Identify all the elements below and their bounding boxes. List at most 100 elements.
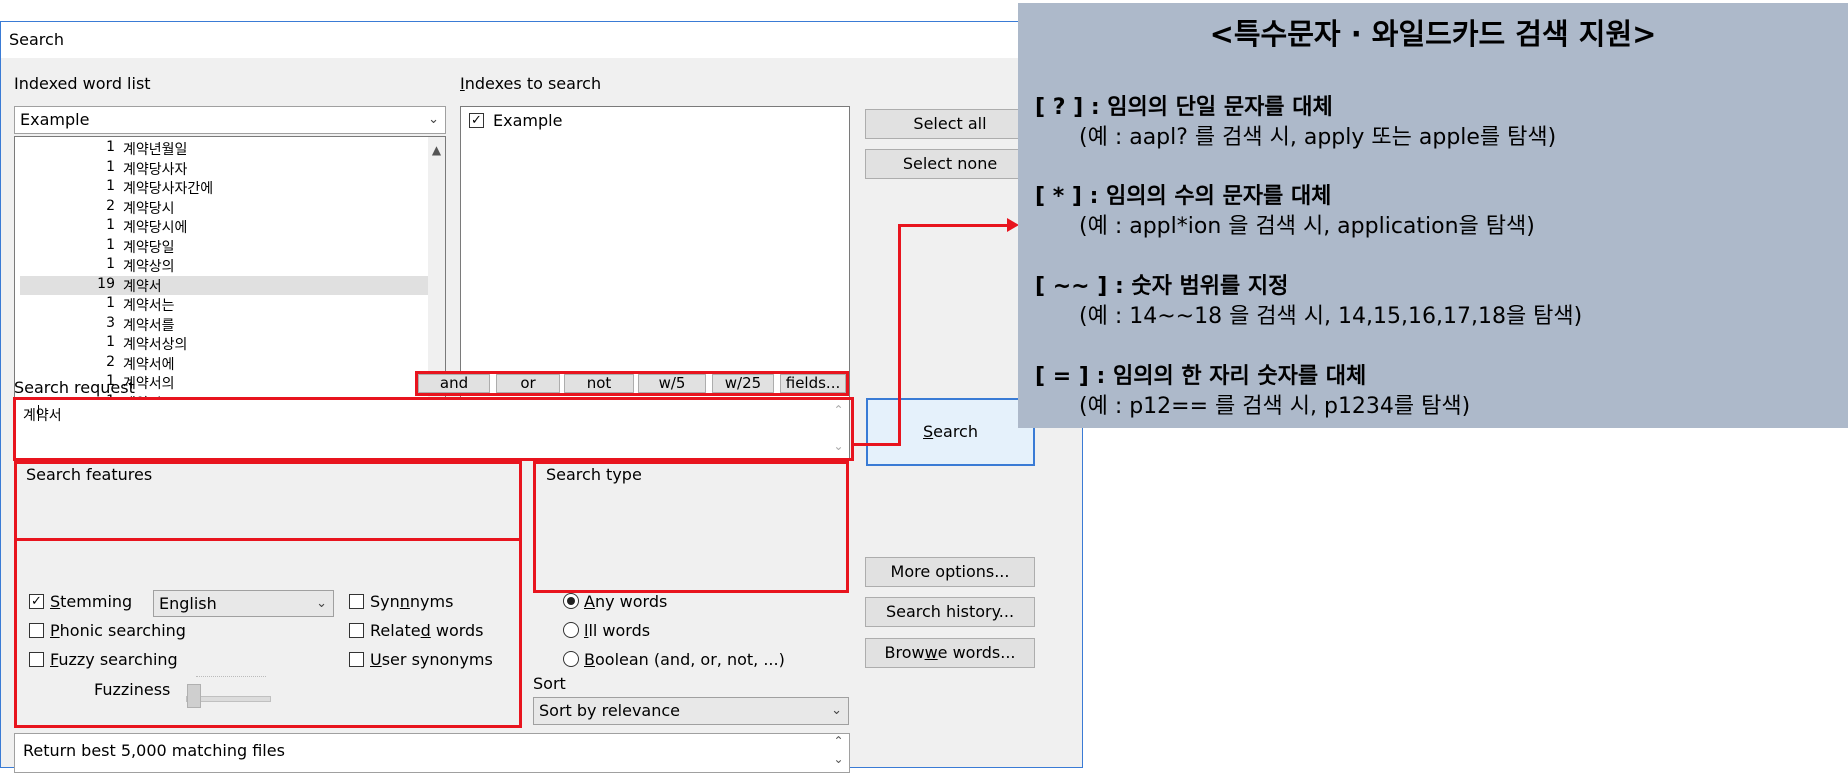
word-text: 계약서에 <box>123 356 175 373</box>
index-select[interactable]: Example ⌄ <box>14 106 446 134</box>
word-list-item[interactable]: 1 계약당사자 <box>20 159 430 178</box>
word-list-item[interactable]: 19 계약서 <box>20 275 430 295</box>
operator-w5-button[interactable]: w/5 <box>638 374 706 393</box>
operator-and-button[interactable]: and <box>418 374 490 393</box>
word-count: 19 <box>97 275 115 292</box>
rule-heading: [ = ] : 임의의 한 자리 숫자를 대체 <box>1035 364 1367 389</box>
scroll-up-icon[interactable]: ▲ <box>428 143 445 157</box>
stemming-label: Stemming <box>50 592 133 611</box>
boolean-radio[interactable] <box>563 651 579 667</box>
spin-down-icon[interactable]: ⌄ <box>830 752 847 766</box>
rule-description: (예 : aapl? 를 검색 시, apply 또는 apple를 탐색) <box>1079 125 1557 150</box>
search-dialog: Search Indexed word list Example ⌄ 1 계약년월… <box>0 21 1083 773</box>
word-list-item[interactable]: 1 계약당일 <box>20 237 430 256</box>
word-text: 계약서는 <box>123 298 175 314</box>
wildcard-info-panel: <특수문자 · 와일드카드 검색 지원> [ ? ] : 임의의 단일 문자를 … <box>1018 3 1848 428</box>
phonic-label: Phonic searching <box>50 621 186 640</box>
operator-fields-button[interactable]: fields... <box>780 374 846 393</box>
more-options-button[interactable]: More options... <box>865 557 1035 587</box>
spin-up-icon[interactable]: ⌃ <box>830 734 847 748</box>
word-count: 1 <box>106 256 115 272</box>
phonic-checkbox[interactable] <box>29 623 44 638</box>
word-list-item[interactable]: 2 계약서에 <box>20 354 430 373</box>
rule-description: (예 : p12== 를 검색 시, p1234를 탐색) <box>1079 394 1471 419</box>
related-checkbox[interactable] <box>349 623 364 638</box>
word-list-item[interactable]: 1 계약당사자간에 <box>20 178 430 197</box>
rule-heading: [ ~~ ] : 숫자 범위를 지정 <box>1035 274 1289 299</box>
search-history-button[interactable]: Search history... <box>865 597 1035 627</box>
word-count: 3 <box>106 314 115 331</box>
connector-line <box>852 443 900 446</box>
info-title: <특수문자 · 와일드카드 검색 지원> <box>1209 17 1657 51</box>
select-none-button[interactable]: Select none <box>865 149 1035 179</box>
word-text: 계약서를 <box>123 317 175 334</box>
word-text: 계약서 <box>123 278 162 295</box>
word-count: 1 <box>106 236 115 253</box>
word-count: 1 <box>106 334 115 350</box>
all-words-radio[interactable] <box>563 622 579 638</box>
sort-value: Sort by relevance <box>539 701 681 720</box>
word-text: 계약당일 <box>123 239 175 256</box>
word-list-item[interactable]: 1 계약당시에 <box>20 217 430 236</box>
language-value: English <box>159 594 217 613</box>
word-list-item[interactable]: 3 계약서를 <box>20 315 430 334</box>
word-list-item[interactable]: 1 계약서상의 <box>20 334 430 353</box>
index-select-value: Example <box>20 110 90 129</box>
chevron-down-icon: ⌄ <box>831 703 842 718</box>
word-text: 계약당사자간에 <box>123 181 214 197</box>
indexes-label: Indexes to search <box>460 74 602 93</box>
fuzzy-checkbox[interactable] <box>29 652 44 667</box>
results-limit-value: Return best 5,000 matching files <box>23 741 285 760</box>
user-synonyms-label: User synonyms <box>370 650 493 669</box>
operator-not-button[interactable]: not <box>564 374 634 393</box>
word-text: 계약서상의 <box>123 337 188 353</box>
search-request-label: Search request <box>14 378 135 397</box>
boolean-label: Boolean (and, or, not, ...) <box>584 650 785 669</box>
browse-words-button[interactable]: Browwe words... <box>865 638 1035 668</box>
operator-or-button[interactable]: or <box>496 374 560 393</box>
word-text: 계약상의 <box>123 259 175 275</box>
chevron-down-icon: ⌄ <box>316 596 327 611</box>
sort-label: Sort <box>533 674 566 693</box>
window-title: Search <box>1 22 1082 58</box>
fuzziness-label: Fuzziness <box>94 680 171 699</box>
connector-line <box>898 224 1010 227</box>
request-highlight <box>13 397 854 461</box>
sort-select[interactable]: Sort by relevance ⌄ <box>533 697 849 725</box>
synonyms-checkbox[interactable] <box>349 594 364 609</box>
word-list-label: Indexed word list <box>14 74 151 93</box>
results-limit-field[interactable]: Return best 5,000 matching files ⌃ ⌄ <box>14 733 850 773</box>
rule-description: (예 : 14~~18 을 검색 시, 14,15,16,17,18을 탐색) <box>1079 304 1583 329</box>
word-list-item[interactable]: 1 계약상의 <box>20 256 430 275</box>
word-text: 계약당시 <box>123 200 175 217</box>
index-example-checkbox[interactable]: ✓ <box>469 113 484 128</box>
word-count: 1 <box>106 178 115 194</box>
search-type-highlight <box>533 461 849 593</box>
language-select[interactable]: English ⌄ <box>153 590 334 617</box>
word-list-item[interactable]: 2 계약당시 <box>20 198 430 217</box>
operator-w25-button[interactable]: w/25 <box>712 374 774 393</box>
all-words-label: lll words <box>584 621 651 640</box>
rule-description: (예 : appl*ion 을 검색 시, application을 탐색) <box>1079 214 1535 239</box>
search-button[interactable]: Search <box>866 398 1035 466</box>
stemming-checkbox[interactable]: ✓ <box>29 594 44 609</box>
fuzziness-slider-thumb[interactable] <box>187 684 201 708</box>
synonyms-label: Synnnyms <box>370 592 454 611</box>
word-list-item[interactable]: 1 계약서는 <box>20 295 430 314</box>
rule-heading: [ * ] : 임의의 수의 문자를 대체 <box>1035 184 1332 209</box>
select-all-button[interactable]: Select all <box>865 109 1035 139</box>
word-count: 2 <box>106 197 115 214</box>
word-text: 계약당시에 <box>123 220 188 236</box>
word-count: 2 <box>106 353 115 370</box>
index-example-label: Example <box>493 111 563 130</box>
word-list-item[interactable]: 1 계약년월일 <box>20 139 430 158</box>
word-count: 1 <box>106 217 115 233</box>
fuzzy-label: Fuzzy searching <box>50 650 178 669</box>
word-text: 계약당사자 <box>123 161 188 178</box>
chevron-down-icon: ⌄ <box>428 112 439 127</box>
fuzziness-ticks <box>196 676 266 681</box>
word-count: 1 <box>106 139 115 155</box>
any-words-radio[interactable] <box>563 593 579 609</box>
connector-line <box>898 224 901 446</box>
user-synonyms-checkbox[interactable] <box>349 652 364 667</box>
